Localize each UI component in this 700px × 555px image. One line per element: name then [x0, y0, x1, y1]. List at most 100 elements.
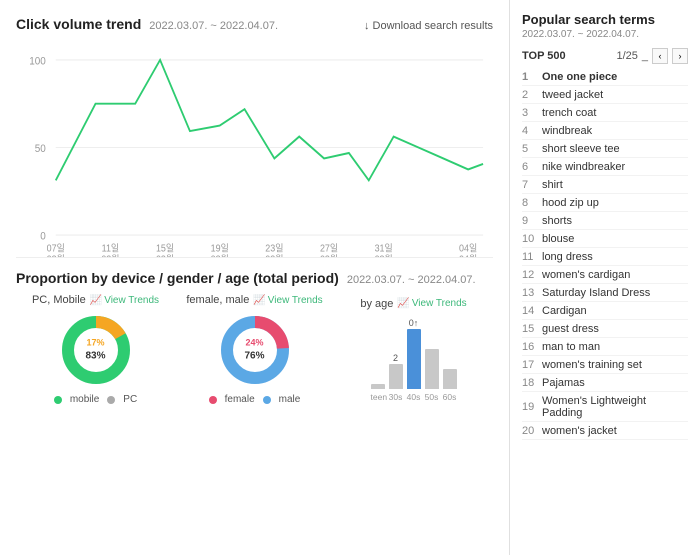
rank-number: 1 — [522, 71, 542, 83]
rank-term: hood zip up — [542, 197, 599, 209]
gender-view-trends[interactable]: 📈 View Trends — [253, 295, 322, 306]
svg-text:03월: 03월 — [211, 253, 229, 257]
list-item[interactable]: 14 Cardigan — [522, 302, 688, 320]
proportion-date-range: 2022.03.07. ~ 2022.04.07. — [347, 274, 476, 286]
gender-section: female, male 📈 View Trends 24% 76% — [175, 294, 334, 405]
proportion-charts: PC, Mobile 📈 View Trends 17% 83% — [16, 294, 493, 405]
svg-text:23일: 23일 — [265, 242, 283, 254]
search-list: 1 One one piece 2 tweed jacket 3 trench … — [522, 68, 688, 440]
rank-number: 14 — [522, 305, 542, 317]
svg-text:03월: 03월 — [375, 253, 393, 257]
list-item[interactable]: 1 One one piece — [522, 68, 688, 86]
list-item[interactable]: 18 Pajamas — [522, 374, 688, 392]
list-item[interactable]: 4 windbreak — [522, 122, 688, 140]
next-page-button[interactable]: › — [672, 48, 688, 64]
list-item[interactable]: 3 trench coat — [522, 104, 688, 122]
rank-number: 11 — [522, 251, 542, 263]
pagination: 1/25 _ ‹ › — [616, 48, 688, 64]
chart-header: Click volume trend 2022.03.07. ~ 2022.04… — [16, 16, 493, 32]
device-label: PC, Mobile 📈 View Trends — [32, 294, 159, 306]
list-item[interactable]: 7 shirt — [522, 176, 688, 194]
rank-number: 19 — [522, 401, 542, 413]
list-item[interactable]: 6 nike windbreaker — [522, 158, 688, 176]
list-item[interactable]: 12 women's cardigan — [522, 266, 688, 284]
sidebar: Popular search terms 2022.03.07. ~ 2022.… — [510, 0, 700, 555]
chart-date-range: 2022.03.07. ~ 2022.04.07. — [149, 20, 278, 32]
rank-number: 3 — [522, 107, 542, 119]
rank-term: short sleeve tee — [542, 143, 620, 155]
sidebar-title: Popular search terms — [522, 12, 688, 27]
rank-term: Cardigan — [542, 305, 587, 317]
download-label: Download search results — [373, 20, 493, 32]
svg-text:03월: 03월 — [156, 253, 174, 257]
list-item[interactable]: 17 women's training set — [522, 356, 688, 374]
rank-number: 15 — [522, 323, 542, 335]
proportion-header: Proportion by device / gender / age (tot… — [16, 270, 493, 286]
svg-text:07일: 07일 — [47, 242, 65, 254]
svg-text:100: 100 — [29, 56, 46, 68]
svg-text:03월: 03월 — [265, 253, 283, 257]
gender-label: female, male 📈 View Trends — [186, 294, 322, 306]
rank-number: 5 — [522, 143, 542, 155]
list-item[interactable]: 10 blouse — [522, 230, 688, 248]
device-view-trends[interactable]: 📈 View Trends — [90, 295, 159, 306]
top-badge: TOP 500 — [522, 50, 566, 62]
rank-number: 16 — [522, 341, 542, 353]
rank-term: Pajamas — [542, 377, 585, 389]
male-legend-dot — [263, 396, 271, 404]
device-legend: mobile PC — [54, 394, 137, 405]
rank-number: 17 — [522, 359, 542, 371]
rank-term: Women's Lightweight Padding — [542, 395, 688, 419]
rank-number: 7 — [522, 179, 542, 191]
svg-text:04일: 04일 — [459, 242, 477, 254]
list-item[interactable]: 11 long dress — [522, 248, 688, 266]
top-row: TOP 500 1/25 _ ‹ › — [522, 48, 688, 64]
rank-term: Saturday Island Dress — [542, 287, 650, 299]
gender-donut: 24% 76% — [215, 310, 295, 390]
download-icon: ↓ — [364, 20, 370, 32]
list-item[interactable]: 9 shorts — [522, 212, 688, 230]
svg-text:15일: 15일 — [156, 242, 174, 254]
age-label: by age 📈 View Trends — [360, 298, 466, 310]
pagination-sep: _ — [642, 50, 648, 62]
list-item[interactable]: 15 guest dress — [522, 320, 688, 338]
proportion-title: Proportion by device / gender / age (tot… — [16, 270, 339, 286]
list-item[interactable]: 8 hood zip up — [522, 194, 688, 212]
list-item[interactable]: 5 short sleeve tee — [522, 140, 688, 158]
rank-term: long dress — [542, 251, 593, 263]
rank-number: 13 — [522, 287, 542, 299]
list-item[interactable]: 13 Saturday Island Dress — [522, 284, 688, 302]
rank-number: 9 — [522, 215, 542, 227]
female-legend-dot — [209, 396, 217, 404]
mobile-legend-dot — [54, 396, 62, 404]
rank-term: women's training set — [542, 359, 642, 371]
device-section: PC, Mobile 📈 View Trends 17% 83% — [16, 294, 175, 405]
rank-number: 4 — [522, 125, 542, 137]
list-item[interactable]: 2 tweed jacket — [522, 86, 688, 104]
rank-term: women's cardigan — [542, 269, 630, 281]
age-view-trends[interactable]: 📈 View Trends — [397, 298, 466, 309]
svg-text:27일: 27일 — [320, 242, 338, 254]
list-item[interactable]: 16 man to man — [522, 338, 688, 356]
main-panel: Click volume trend 2022.03.07. ~ 2022.04… — [0, 0, 510, 555]
rank-term: nike windbreaker — [542, 161, 625, 173]
age-section: by age 📈 View Trends 2 — [334, 298, 493, 402]
trend-icon-2: 📈 — [253, 295, 265, 306]
bar-teenager — [371, 383, 385, 389]
list-item[interactable]: 19 Women's Lightweight Padding — [522, 392, 688, 422]
bar-60s — [443, 368, 457, 389]
rank-number: 20 — [522, 425, 542, 437]
rank-number: 12 — [522, 269, 542, 281]
download-link[interactable]: ↓ Download search results — [364, 20, 493, 32]
prev-page-button[interactable]: ‹ — [652, 48, 668, 64]
list-item[interactable]: 20 women's jacket — [522, 422, 688, 440]
svg-text:03월: 03월 — [101, 253, 119, 257]
rank-term: shirt — [542, 179, 563, 191]
device-center-text: 17% 83% — [85, 338, 105, 363]
sidebar-date: 2022.03.07. ~ 2022.04.07. — [522, 29, 688, 40]
rank-number: 10 — [522, 233, 542, 245]
chart-svg: 100 50 0 07일 03월 11일 03월 15일 03월 19일 03월… — [16, 38, 493, 257]
rank-number: 8 — [522, 197, 542, 209]
bar-50s — [425, 348, 439, 389]
chart-title: Click volume trend — [16, 16, 141, 32]
